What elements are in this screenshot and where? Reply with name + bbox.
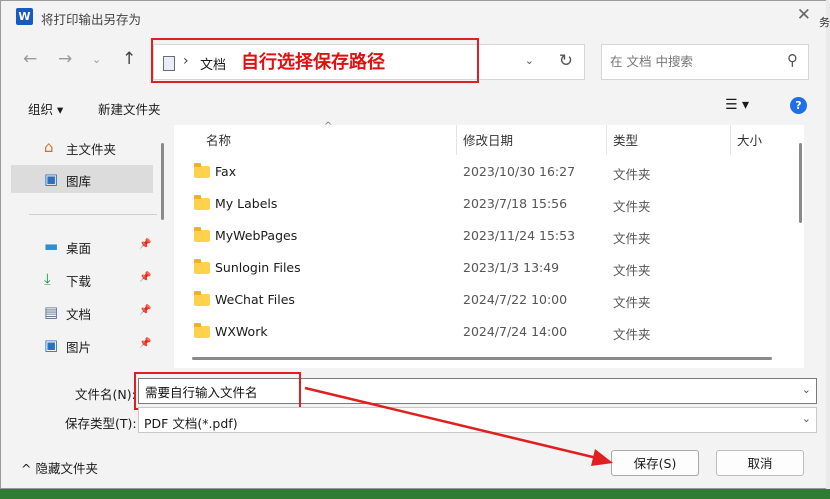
- annotation-arrow: [304, 386, 613, 466]
- background-window-text: 务: [819, 16, 830, 29]
- background-window-edge: [826, 0, 830, 489]
- save-dialog: W 将打印输出另存为 ✕ ← → ⌄ ↑ › 文档 ⌄ ↻ 自行选择保存路径 ⚲…: [0, 0, 828, 489]
- taskbar-strip: [0, 489, 830, 498]
